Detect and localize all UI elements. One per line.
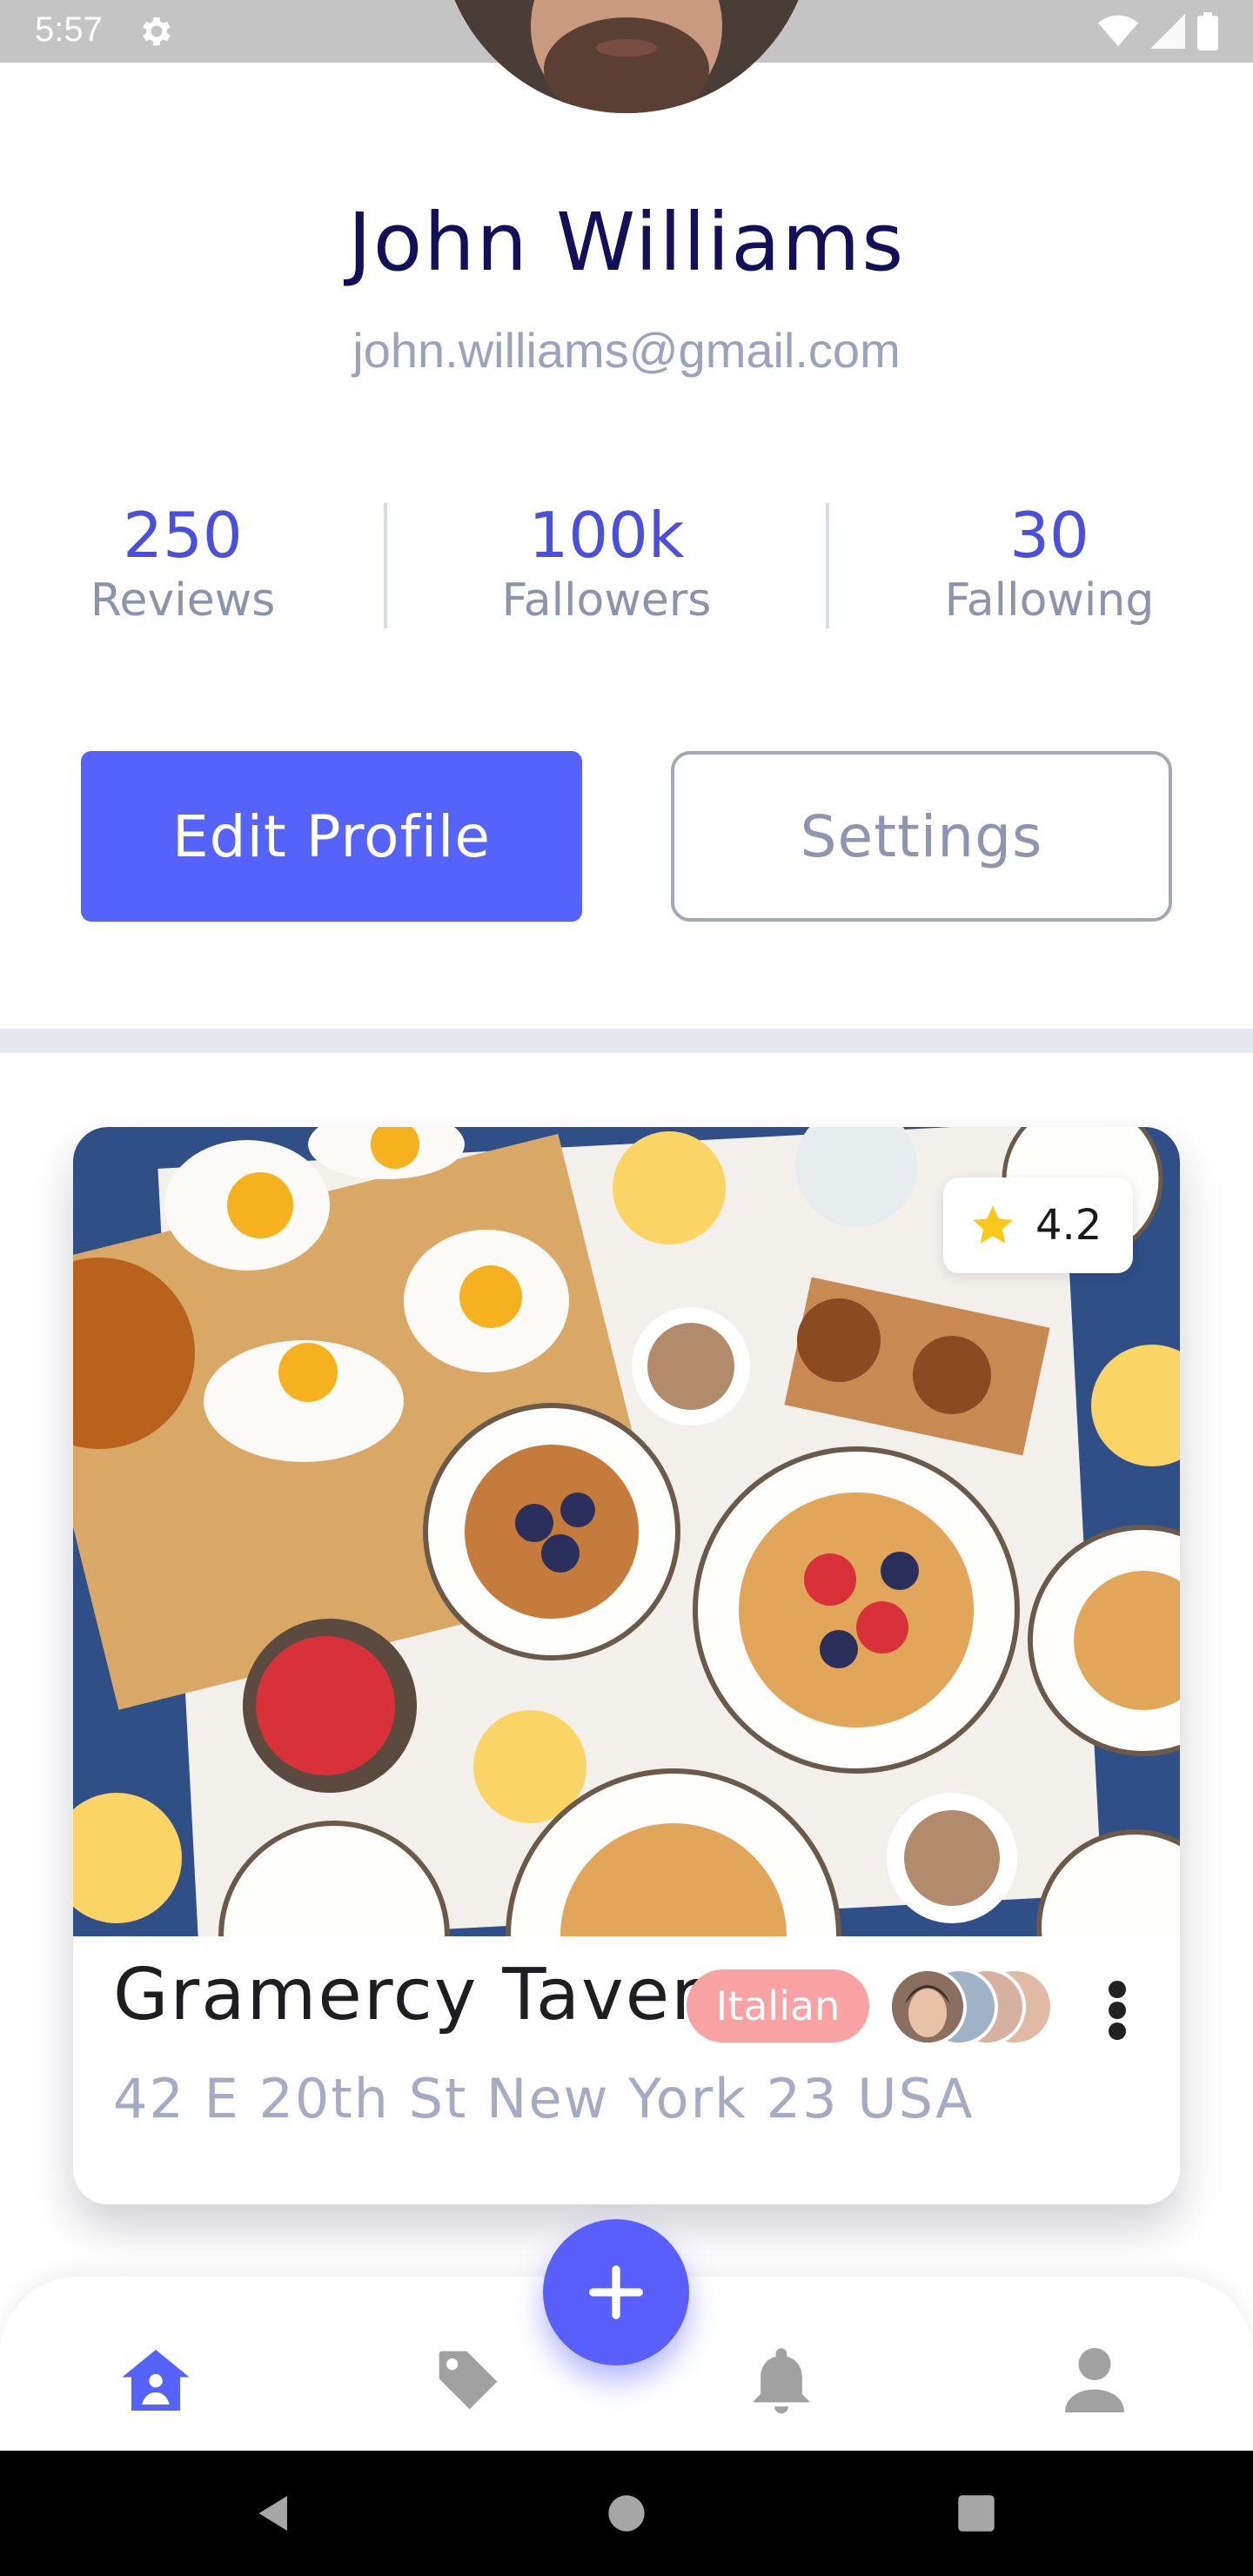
person-icon bbox=[1065, 2348, 1124, 2412]
stat-label: Fallowing bbox=[944, 574, 1155, 627]
back-icon bbox=[258, 2496, 287, 2531]
rating-value: 4.2 bbox=[1035, 1201, 1102, 1250]
square-recents-icon bbox=[958, 2495, 995, 2532]
stat-label: Reviews bbox=[90, 574, 276, 627]
section-divider bbox=[0, 1029, 1253, 1053]
restaurant-address: 42 E 20th St New York 23 USA bbox=[113, 2067, 975, 2130]
status-icons bbox=[1098, 12, 1218, 50]
back-button[interactable] bbox=[239, 2479, 309, 2548]
avatar-photo bbox=[439, 0, 814, 113]
stat-label: Fallowers bbox=[501, 574, 712, 627]
nav-offers[interactable] bbox=[429, 2341, 507, 2419]
plus-icon bbox=[589, 2265, 643, 2319]
home-system-button[interactable] bbox=[592, 2479, 661, 2548]
nav-profile[interactable] bbox=[1055, 2341, 1134, 2419]
cuisine-tag[interactable]: Italian bbox=[687, 1969, 869, 2043]
status-time: 5:57 bbox=[35, 10, 103, 49]
wifi-icon bbox=[1098, 15, 1138, 47]
avatar[interactable] bbox=[439, 0, 814, 113]
add-button[interactable] bbox=[543, 2219, 689, 2365]
star-icon bbox=[973, 1205, 1013, 1244]
stat-followers[interactable]: 100k Fallowers bbox=[476, 496, 737, 627]
bell-icon bbox=[754, 2348, 809, 2414]
reviewer-avatars[interactable] bbox=[888, 1968, 1062, 2046]
more-options-icon[interactable] bbox=[1100, 1976, 1135, 2045]
settings-button[interactable]: Settings bbox=[671, 751, 1172, 922]
restaurant-name: Gramercy Tavern bbox=[113, 1954, 748, 2036]
nav-notifications[interactable] bbox=[742, 2341, 821, 2419]
profile-stats: 250 Reviews 100k Fallowers 30 Fallowing bbox=[0, 496, 1253, 635]
battery-icon bbox=[1197, 12, 1218, 50]
stat-value: 250 bbox=[123, 499, 243, 572]
stat-value: 100k bbox=[528, 499, 685, 572]
recents-button[interactable] bbox=[941, 2479, 1011, 2548]
rating-badge: 4.2 bbox=[943, 1177, 1133, 1273]
system-navigation-bar bbox=[0, 2451, 1253, 2576]
profile-name: John Williams bbox=[347, 196, 906, 289]
nav-home[interactable] bbox=[117, 2341, 195, 2419]
stat-value: 30 bbox=[1009, 499, 1089, 572]
profile-email: john.williams@gmail.com bbox=[352, 323, 901, 378]
restaurant-card[interactable]: 4.2 Gramercy Tavern Italian 42 E 20th St… bbox=[73, 1127, 1180, 2204]
reviewer-avatar bbox=[888, 1968, 967, 2046]
tag-icon bbox=[439, 2351, 498, 2410]
circle-home-icon bbox=[608, 2495, 645, 2532]
stat-divider bbox=[826, 503, 829, 628]
home-icon bbox=[122, 2350, 190, 2411]
signal-icon bbox=[1150, 14, 1185, 49]
edit-profile-button[interactable]: Edit Profile bbox=[81, 751, 582, 922]
settings-gear-icon bbox=[143, 17, 171, 46]
stat-reviews[interactable]: 250 Reviews bbox=[52, 496, 313, 627]
stat-divider bbox=[384, 503, 387, 628]
stat-following[interactable]: 30 Fallowing bbox=[919, 496, 1180, 627]
